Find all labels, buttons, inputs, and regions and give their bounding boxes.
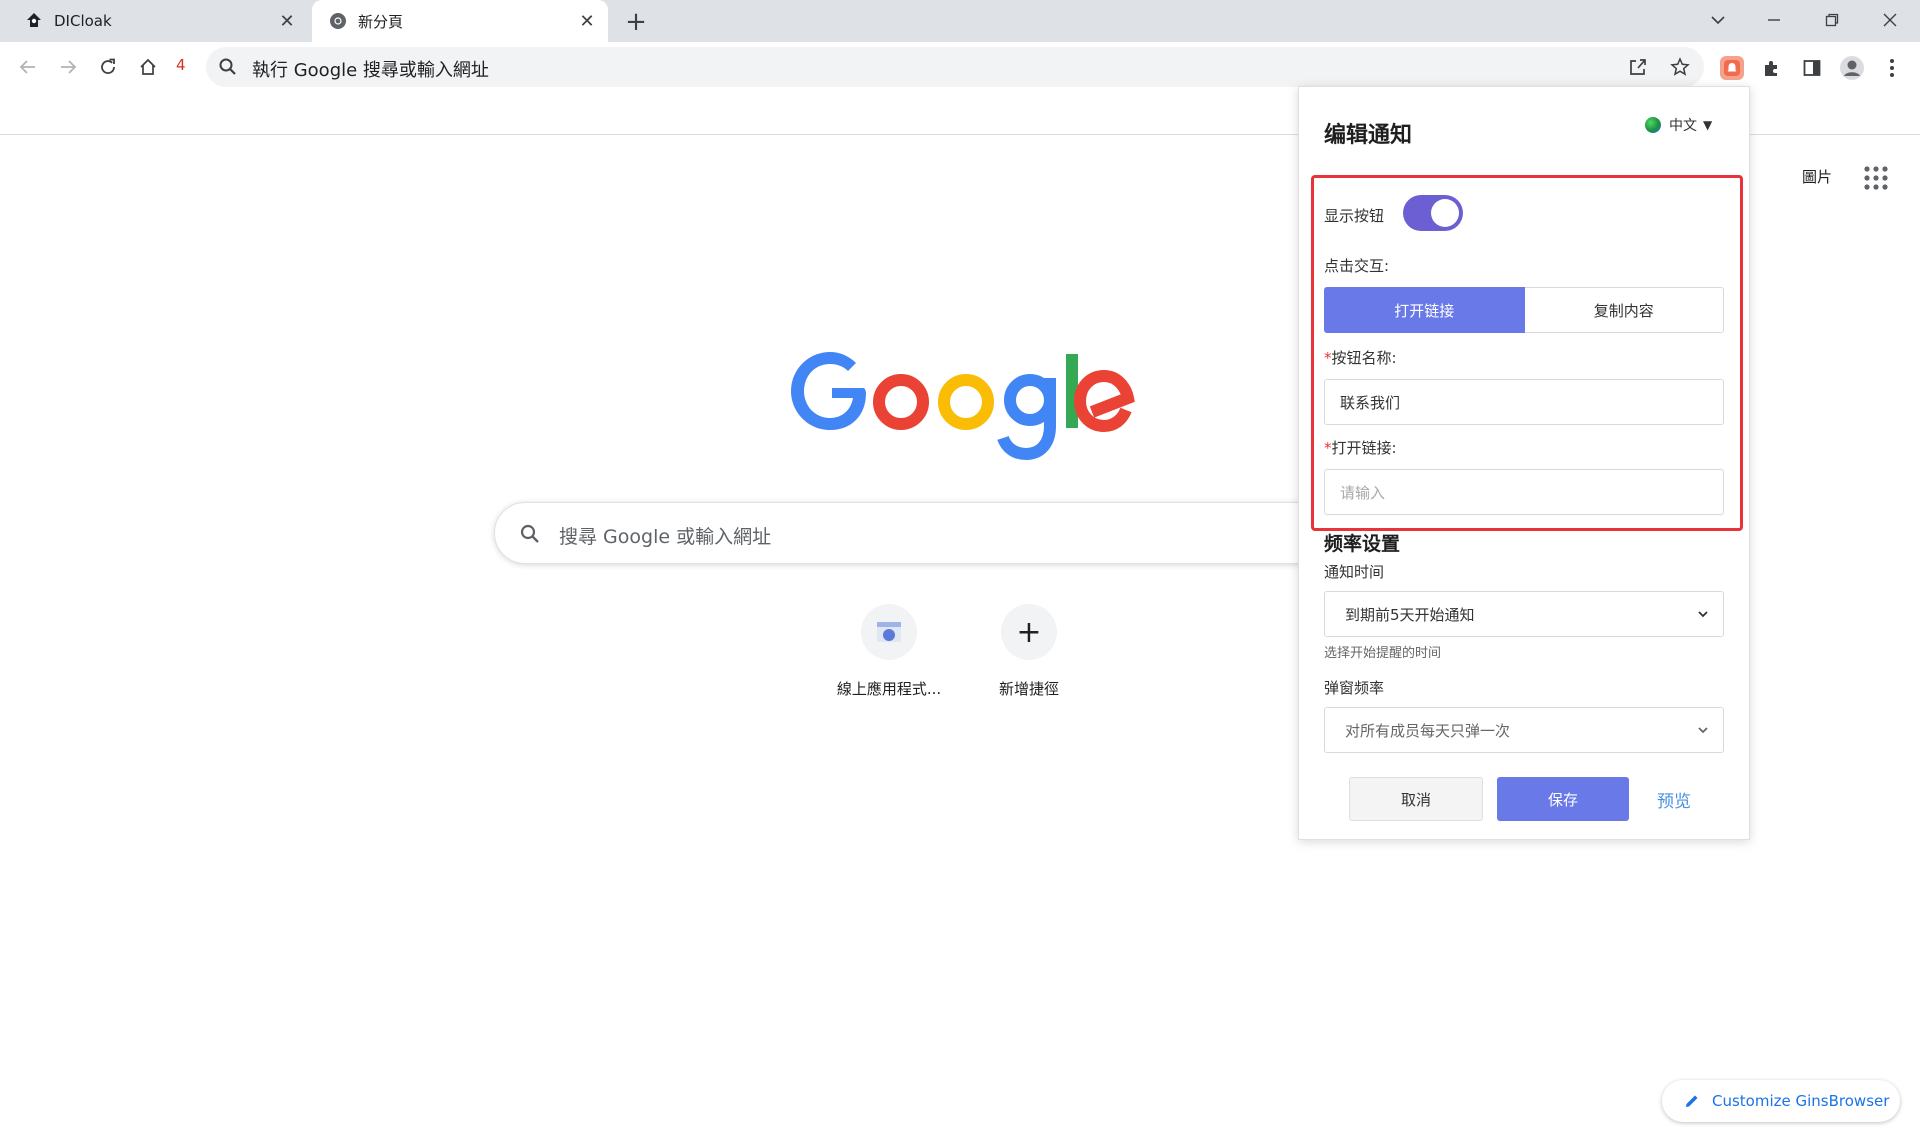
reload-icon[interactable] xyxy=(94,53,122,81)
google-logo xyxy=(791,352,1135,460)
popup-title: 编辑通知 xyxy=(1324,123,1413,148)
images-link[interactable]: 圖片 xyxy=(1802,166,1832,187)
close-icon[interactable]: ✕ xyxy=(276,10,298,32)
caret-down-icon: ▼ xyxy=(1703,118,1713,132)
google-apps-grid-icon[interactable] xyxy=(1862,164,1890,192)
shortcut-label: 線上應用程式... xyxy=(836,680,942,698)
notification-extension-icon[interactable] xyxy=(1718,54,1746,82)
back-arrow-icon[interactable] xyxy=(14,53,42,81)
open-link-option[interactable]: 打开链接 xyxy=(1324,287,1525,333)
tab-title: DICloak xyxy=(54,12,112,30)
pencil-icon xyxy=(1686,1095,1698,1107)
notify-time-value: 到期前5天开始通知 xyxy=(1345,605,1475,624)
show-button-label: 显示按钮 xyxy=(1324,207,1385,225)
button-name-label-text: 按钮名称: xyxy=(1331,349,1397,367)
plus-icon: + xyxy=(1001,604,1057,660)
toggle-knob xyxy=(1431,199,1459,227)
more-menu-icon[interactable] xyxy=(1878,54,1906,82)
address-bar-text: 執行 Google 搜尋或輸入網址 xyxy=(252,60,489,81)
open-link-placeholder: 请输入 xyxy=(1340,483,1386,502)
cancel-button[interactable]: 取消 xyxy=(1349,777,1483,821)
shortcut-label: 新增捷徑 xyxy=(998,680,1059,698)
ntp-search-box[interactable]: 搜尋 Google 或輸入網址 xyxy=(494,502,1354,564)
open-link-label: *打开链接: xyxy=(1324,437,1397,458)
click-action-label: 点击交互: xyxy=(1324,257,1390,275)
extension-count-badge[interactable]: 4 xyxy=(176,56,186,74)
side-panel-icon[interactable] xyxy=(1798,54,1826,82)
chevron-down-icon xyxy=(1698,611,1708,618)
required-asterisk: * xyxy=(1324,349,1332,367)
notify-time-hint: 选择开始提醒的时间 xyxy=(1324,646,1442,661)
tab-search-chevron-icon[interactable] xyxy=(1698,4,1738,36)
shortcut-add[interactable]: + 新增捷徑 xyxy=(965,604,1093,699)
click-action-segmented: 打开链接 复制内容 xyxy=(1324,287,1724,333)
save-button[interactable]: 保存 xyxy=(1497,777,1629,821)
customize-label: Customize GinsBrowser xyxy=(1712,1092,1890,1110)
notify-time-label: 通知时间 xyxy=(1324,563,1385,581)
customize-button[interactable]: Customize GinsBrowser xyxy=(1662,1080,1900,1122)
popup-frequency-label: 弹窗频率 xyxy=(1324,679,1385,697)
show-button-toggle[interactable] xyxy=(1403,195,1463,231)
popup-frequency-value: 对所有成员每天只弹一次 xyxy=(1345,721,1511,740)
ntp-search-placeholder: 搜尋 Google 或輸入網址 xyxy=(559,526,772,548)
tab-strip: DICloak ✕ 新分頁 ✕ + xyxy=(0,0,1920,42)
tab-title: 新分頁 xyxy=(358,12,404,31)
button-name-label: *按钮名称: xyxy=(1324,347,1397,368)
bookmark-star-icon[interactable] xyxy=(1668,55,1692,79)
search-icon xyxy=(520,524,539,543)
web-app-icon xyxy=(861,604,917,660)
globe-icon xyxy=(1645,117,1661,133)
tab-new-tab[interactable]: 新分頁 ✕ xyxy=(312,0,608,42)
button-name-input[interactable]: 联系我们 xyxy=(1324,379,1724,425)
restore-icon[interactable] xyxy=(1812,4,1852,36)
open-link-label-text: 打开链接: xyxy=(1331,439,1397,457)
notify-time-select[interactable]: 到期前5天开始通知 xyxy=(1324,591,1724,637)
new-tab-plus-icon[interactable]: + xyxy=(622,7,650,37)
profile-avatar-icon[interactable] xyxy=(1838,54,1866,82)
dicloak-favicon-icon xyxy=(24,11,44,31)
tab-dicloak[interactable]: DICloak ✕ xyxy=(8,0,308,42)
search-icon xyxy=(219,58,236,75)
required-asterisk: * xyxy=(1324,439,1332,457)
address-bar[interactable]: 執行 Google 搜尋或輸入網址 xyxy=(206,47,1704,87)
edit-notification-popup: 编辑通知 中文 ▼ 显示按钮 点击交互: 打开链接 复制内容 *按钮名称: 联系… xyxy=(1298,86,1750,840)
extensions-puzzle-icon[interactable] xyxy=(1758,54,1786,82)
forward-arrow-icon[interactable] xyxy=(54,53,82,81)
close-icon[interactable]: ✕ xyxy=(576,10,598,32)
home-icon[interactable] xyxy=(134,53,162,81)
window-close-icon[interactable] xyxy=(1870,4,1910,36)
copy-content-option[interactable]: 复制内容 xyxy=(1524,287,1724,333)
language-selector[interactable]: 中文 ▼ xyxy=(1645,115,1712,135)
chevron-down-icon xyxy=(1698,727,1708,734)
chrome-favicon-icon xyxy=(328,11,348,31)
popup-frequency-select[interactable]: 对所有成员每天只弹一次 xyxy=(1324,707,1724,753)
language-label: 中文 xyxy=(1669,118,1697,134)
share-icon[interactable] xyxy=(1626,55,1650,79)
open-link-input[interactable]: 请输入 xyxy=(1324,469,1724,515)
shortcut-web-app[interactable]: 線上應用程式... xyxy=(825,604,953,699)
button-name-value: 联系我们 xyxy=(1340,393,1401,412)
frequency-section-title: 频率设置 xyxy=(1324,533,1401,555)
minimize-icon[interactable] xyxy=(1754,4,1794,36)
preview-link[interactable]: 预览 xyxy=(1649,777,1699,821)
browser-toolbar: 4 執行 Google 搜尋或輸入網址 xyxy=(0,42,1920,92)
